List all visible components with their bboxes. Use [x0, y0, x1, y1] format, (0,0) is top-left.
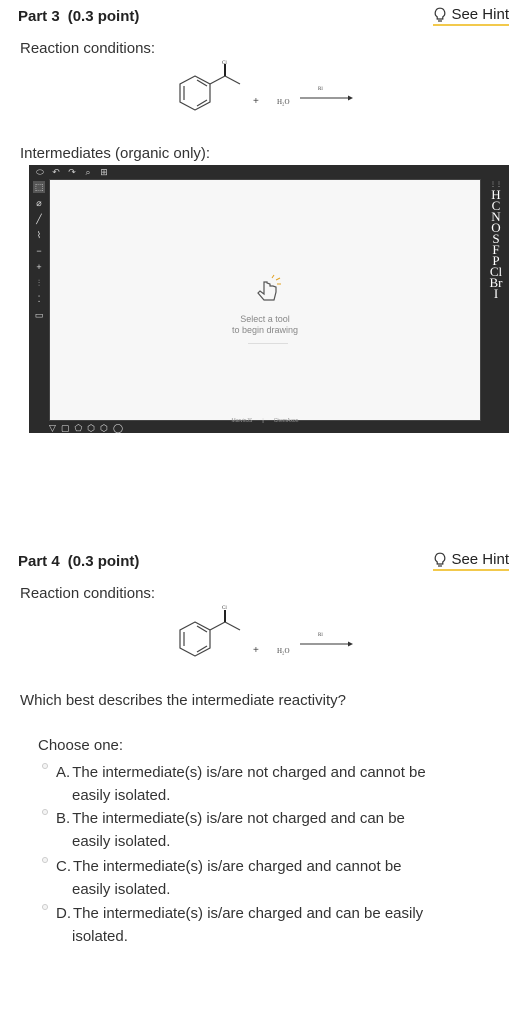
option-c-text: C. The intermediate(s) is/are charged and…: [42, 855, 472, 901]
editor-top-toolbar: ⬭ ↶ ↷ ⌕ ⊞: [29, 165, 509, 179]
option-d-line2: isolated.: [72, 928, 128, 945]
lightbulb-icon: [435, 552, 446, 567]
wedge-bond: [224, 610, 226, 622]
part3-reaction-scheme: Cl + H₂O Rl: [179, 61, 353, 111]
chain-icon[interactable]: ⌇: [33, 229, 45, 241]
option-b[interactable]: B. The intermediate(s) is/are not charged…: [42, 807, 472, 853]
editor-bottom-toolbar: ▽ ▢ ⬠ ⬡ ⬡ ◯: [49, 423, 123, 433]
option-c-line2: easily isolated.: [72, 881, 171, 898]
radio-c[interactable]: [42, 857, 48, 863]
grid-icon[interactable]: ⊞: [99, 167, 109, 178]
option-a[interactable]: A. The intermediate(s) is/are not charged…: [42, 761, 472, 807]
option-c-letter: C.: [56, 858, 71, 875]
part4-reaction-scheme: Cl + H₂O Rl: [179, 606, 353, 657]
redo-icon[interactable]: ↷: [67, 167, 77, 178]
part3-title: Part 3 (0.3 point): [18, 8, 139, 25]
option-b-line2: easily isolated.: [72, 833, 171, 850]
canvas-message-line2: to begin drawing: [231, 325, 299, 335]
element-toolbar: ⋮⋮ H C N O S F P Cl Br I: [485, 181, 507, 300]
canvas-message-line1: Select a tool: [240, 314, 290, 324]
option-c-line1: The intermediate(s) is/are charged and c…: [73, 858, 402, 875]
drawing-canvas[interactable]: Select a tool to begin drawing MarvinJS …: [49, 179, 481, 424]
cycloheptane-icon[interactable]: ◯: [113, 423, 123, 434]
marvinjs-credit: MarvinJS: [231, 418, 253, 424]
clear-icon[interactable]: ⬭: [35, 167, 45, 178]
part4-points: (0.3 point): [67, 552, 140, 570]
canvas-message: Select a tool to begin drawing: [50, 314, 480, 336]
part3-reaction-arrow: [300, 95, 353, 101]
part3-see-hint-button[interactable]: See Hint: [433, 6, 509, 26]
zoom-icon[interactable]: ⌕: [83, 167, 93, 178]
radio-d[interactable]: [42, 904, 48, 910]
option-b-text: B. The intermediate(s) is/are not charged…: [42, 807, 472, 853]
part3-points: (0.3 point): [67, 7, 140, 25]
option-a-line2: easily isolated.: [72, 787, 171, 804]
cyclopropane-icon[interactable]: ▽: [49, 423, 56, 434]
bracket-icon[interactable]: ⫶: [33, 277, 45, 289]
part3-substituent: Cl: [222, 61, 227, 66]
eraser-icon[interactable]: ⌀: [33, 197, 45, 209]
pointer-hand-icon: [257, 274, 281, 301]
part3-conditions-label: Reaction conditions:: [20, 40, 156, 57]
option-d-text: D. The intermediate(s) is/are charged and…: [42, 902, 472, 948]
undo-icon[interactable]: ↶: [51, 167, 61, 178]
part4-hint-label: See Hint: [451, 551, 509, 568]
benzene-icon[interactable]: ⬡: [100, 423, 108, 434]
part4-see-hint-button[interactable]: See Hint: [433, 551, 509, 571]
option-d-line1: The intermediate(s) is/are charged and c…: [73, 905, 424, 922]
part4-substituent: Cl: [222, 606, 227, 611]
option-a-text: A. The intermediate(s) is/are not charged…: [42, 761, 472, 807]
rectangle-icon[interactable]: ▭: [33, 309, 45, 321]
part4-reaction-arrow: [300, 641, 353, 647]
option-b-letter: B.: [56, 810, 71, 827]
part3-plus: +: [253, 96, 259, 107]
chemaxon-credit: ChemAxon: [273, 418, 299, 424]
cyclopentane-icon[interactable]: ⬠: [74, 423, 82, 434]
part4-title: Part 4 (0.3 point): [18, 553, 139, 570]
cyclohexane-icon[interactable]: ⬡: [87, 423, 95, 434]
part4-reagent: H₂O: [277, 647, 290, 655]
part3-title-text: Part 3: [18, 7, 60, 25]
radio-b[interactable]: [42, 809, 48, 815]
minus-charge-icon[interactable]: −: [33, 245, 45, 257]
radio-a[interactable]: [42, 763, 48, 769]
cyclobutane-icon[interactable]: ▢: [61, 423, 70, 434]
part4-arrow-label: Rl: [318, 633, 323, 638]
option-a-letter: A.: [56, 764, 71, 781]
option-b-line1: The intermediate(s) is/are not charged a…: [72, 810, 405, 827]
lightbulb-icon: [435, 7, 446, 22]
select-tool-icon[interactable]: ⬚: [33, 181, 45, 193]
lone-pair-icon[interactable]: ⁚: [33, 293, 45, 305]
benzene-ring: [179, 621, 241, 657]
element-i[interactable]: I: [494, 287, 498, 300]
part3-header: Part 3 (0.3 point) See Hint: [18, 5, 509, 27]
option-d[interactable]: D. The intermediate(s) is/are charged and…: [42, 902, 472, 948]
plus-charge-icon[interactable]: +: [33, 261, 45, 273]
part4-conditions-label: Reaction conditions:: [20, 585, 156, 602]
question-text: Which best describes the intermediate re…: [20, 692, 346, 709]
intermediates-label: Intermediates (organic only):: [20, 145, 211, 162]
part4-header: Part 4 (0.3 point) See Hint: [18, 550, 509, 572]
marvin-drawing-editor[interactable]: ⬭ ↶ ↷ ⌕ ⊞ ⬚ ⌀ ╱ ⌇ − + ⫶ ⁚ ▭ Select a too…: [29, 165, 509, 433]
editor-left-toolbar: ⬚ ⌀ ╱ ⌇ − + ⫶ ⁚ ▭: [32, 181, 46, 320]
part3-hint-label: See Hint: [451, 6, 509, 23]
option-d-letter: D.: [56, 905, 71, 922]
credit-separator: |: [262, 418, 264, 424]
canvas-divider: [248, 343, 288, 344]
part3-reagent: H₂O: [277, 98, 290, 106]
choose-one-label: Choose one:: [38, 737, 124, 754]
part4-plus: +: [253, 645, 259, 656]
option-c[interactable]: C. The intermediate(s) is/are charged and…: [42, 855, 472, 901]
single-bond-icon[interactable]: ╱: [33, 213, 45, 225]
benzene-ring: [179, 75, 241, 111]
part4-title-text: Part 4: [18, 552, 60, 570]
option-a-line1: The intermediate(s) is/are not charged a…: [72, 764, 426, 781]
part3-arrow-label: Rl: [318, 87, 323, 92]
